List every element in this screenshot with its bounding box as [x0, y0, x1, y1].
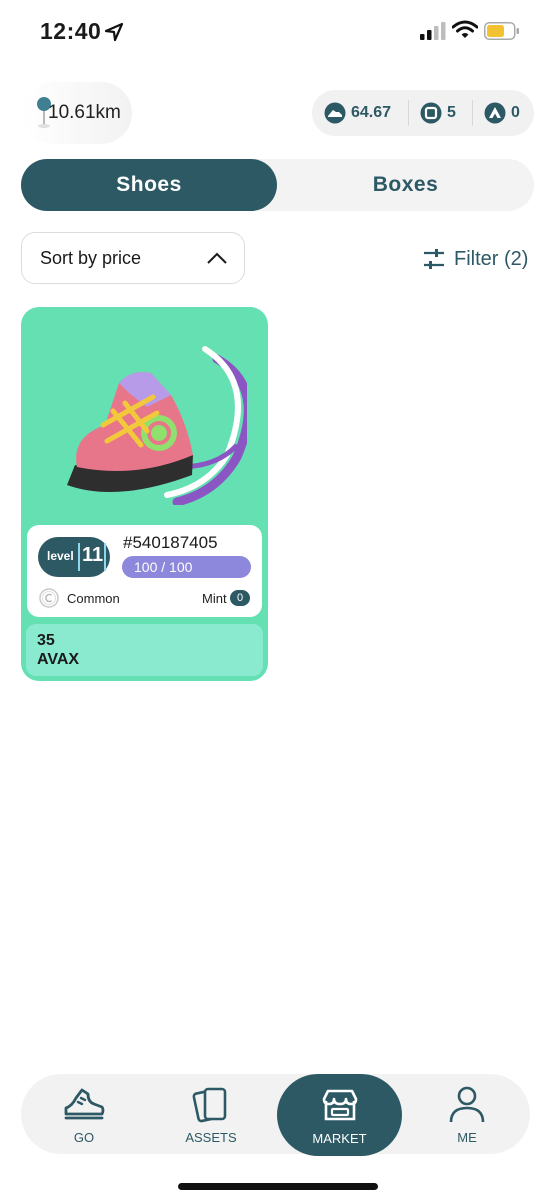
level-stripe	[78, 543, 80, 571]
sliders-icon	[424, 249, 444, 269]
divider	[472, 100, 473, 126]
battery-icon	[484, 22, 519, 40]
sneaker-icon	[64, 1088, 105, 1119]
tab-assets[interactable]: ASSETS	[156, 1074, 266, 1154]
tab-shoes[interactable]: Shoes	[21, 159, 277, 211]
shoe-listing-card[interactable]: level 11 #540187405 100 / 100 Common Min…	[21, 307, 268, 681]
chevron-up-icon	[207, 252, 227, 264]
balance-sneaker-token: 64.67	[324, 90, 391, 136]
sneaker-artwork	[67, 346, 247, 505]
tab-assets-label: ASSETS	[185, 1129, 237, 1145]
token-id: #540187405	[123, 533, 218, 552]
location-arrow-icon	[104, 22, 124, 42]
balance-box-token-value: 5	[447, 104, 456, 121]
sort-dropdown[interactable]: Sort by price	[21, 232, 245, 284]
sort-label: Sort by price	[40, 248, 142, 268]
price-box: 35 AVAX	[26, 624, 263, 676]
wifi-icon	[452, 20, 478, 38]
mint-label: Mint	[202, 591, 227, 606]
durability-value: 100 / 100	[134, 559, 193, 575]
balance-box-token: 5	[420, 90, 456, 136]
tab-go-label: GO	[73, 1129, 95, 1145]
person-icon	[449, 1086, 485, 1122]
home-indicator[interactable]	[178, 1183, 378, 1190]
bottom-tab-bar: GO ASSETS MARKET ME	[21, 1074, 530, 1156]
tab-boxes[interactable]: Boxes	[277, 159, 534, 211]
status-bar: 12:40	[0, 0, 555, 62]
balance-avax: 0	[484, 90, 520, 136]
common-rarity-icon	[39, 588, 59, 608]
level-word: level	[47, 549, 74, 563]
balance-avax-value: 0	[511, 104, 520, 121]
balance-pill[interactable]: 64.67 5 0	[312, 90, 534, 136]
divider	[408, 100, 409, 126]
shoes-boxes-segment: Shoes Boxes	[21, 159, 534, 211]
mint-count-badge: 0	[230, 590, 250, 606]
storefront-icon	[322, 1089, 357, 1120]
price-currency: AVAX	[37, 651, 80, 668]
sneaker-token-icon	[324, 102, 346, 124]
tab-me[interactable]: ME	[412, 1074, 522, 1154]
level-stripe	[104, 543, 106, 571]
status-time: 12:40	[40, 18, 102, 44]
rarity-label: Common	[67, 591, 120, 606]
tab-me-label: ME	[457, 1129, 477, 1145]
durability-bar: 100 / 100	[122, 556, 251, 578]
listing-info-panel: level 11 #540187405 100 / 100 Common Min…	[27, 525, 262, 617]
cellular-signal-icon	[420, 22, 446, 40]
distance-value: 10.61km	[48, 102, 121, 123]
tab-market-label: MARKET	[312, 1130, 367, 1146]
balance-sneaker-token-value: 64.67	[351, 104, 392, 121]
price-value: 35	[37, 632, 55, 649]
level-number: 11	[82, 544, 104, 566]
filter-label: Filter (2)	[454, 247, 529, 270]
box-token-icon	[420, 102, 442, 124]
filter-button[interactable]: Filter (2)	[422, 244, 528, 274]
avax-icon	[484, 102, 506, 124]
cards-icon	[192, 1087, 227, 1122]
level-badge: level 11	[38, 537, 110, 577]
tab-market[interactable]: MARKET	[277, 1074, 402, 1156]
tab-go[interactable]: GO	[29, 1074, 139, 1154]
